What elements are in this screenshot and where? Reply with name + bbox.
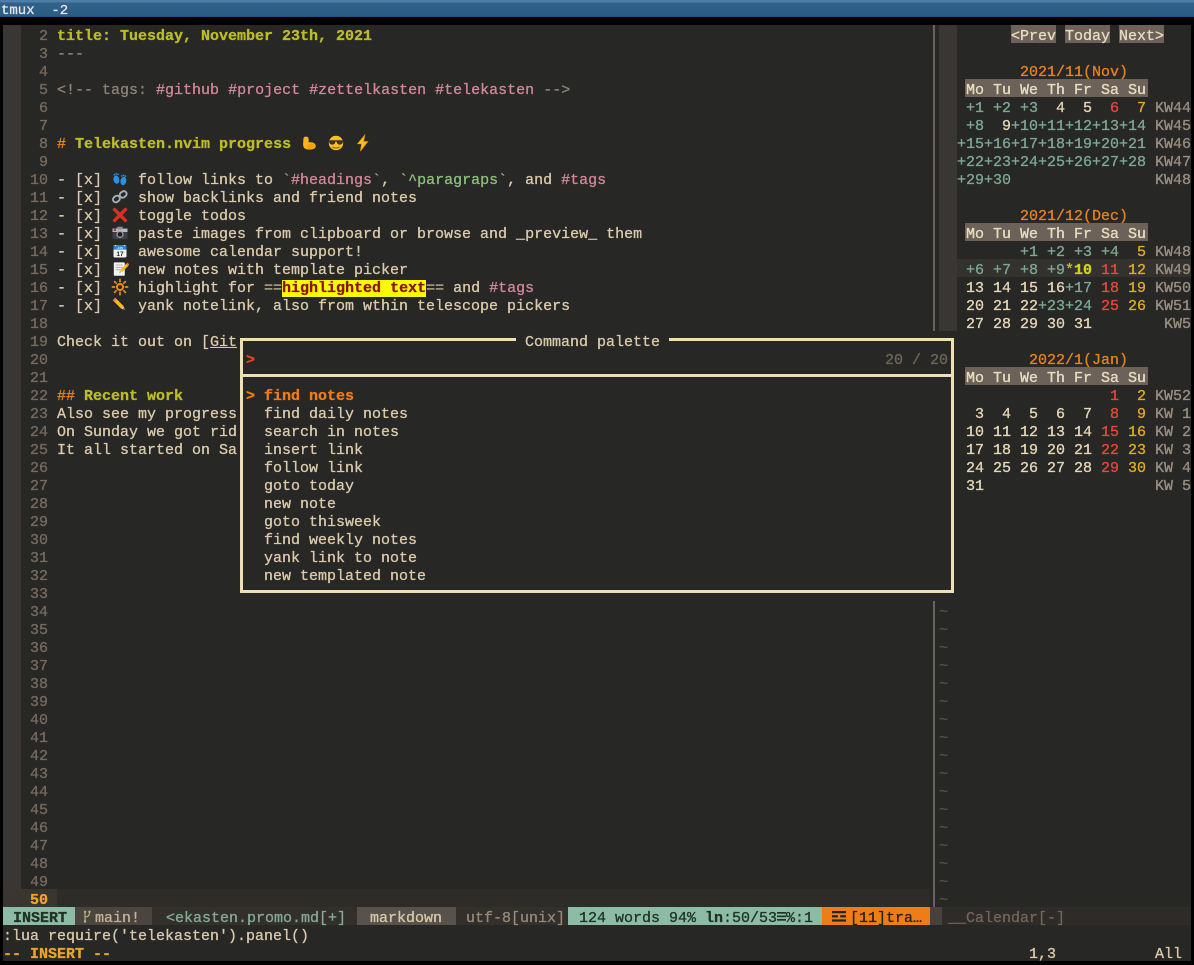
svg-text:17: 17 <box>116 251 124 258</box>
svg-text:July: July <box>117 246 123 250</box>
